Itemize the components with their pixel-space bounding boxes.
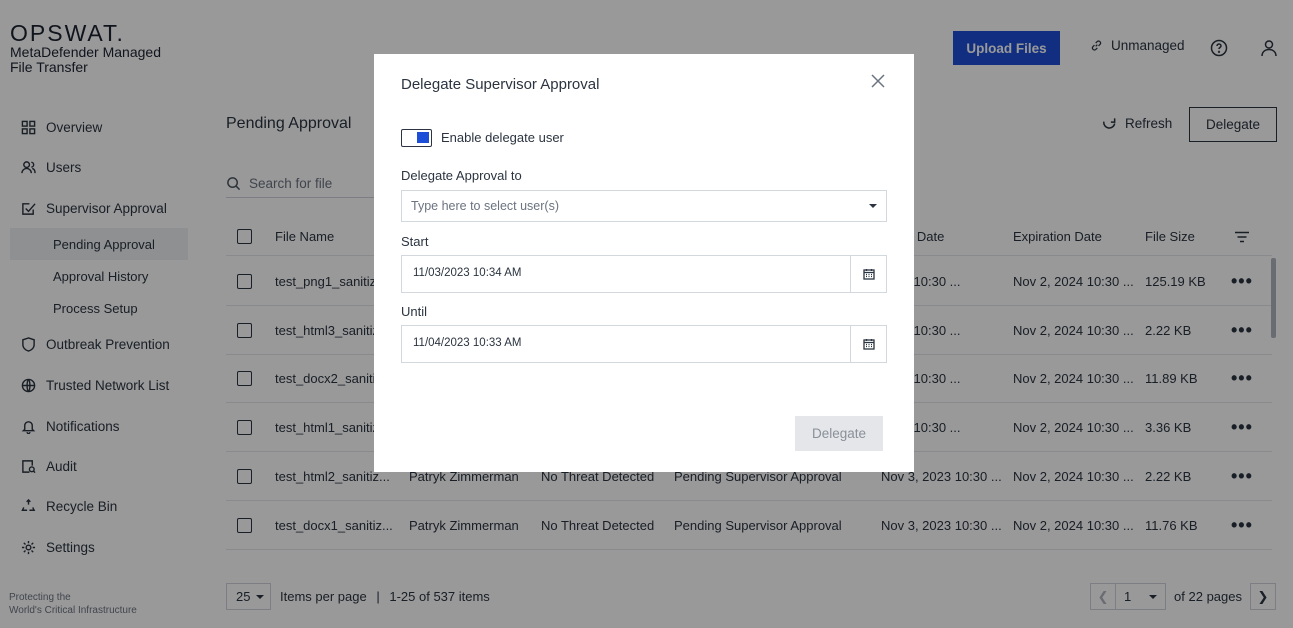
- delegate-user-select[interactable]: Type here to select user(s): [401, 190, 887, 222]
- delegate-user-placeholder: Type here to select user(s): [411, 199, 559, 213]
- delegate-approval-dialog: Delegate Supervisor Approval Enable dele…: [374, 54, 914, 472]
- until-date-field[interactable]: 11/04/2023 10:33 AM: [401, 325, 887, 363]
- start-date-field[interactable]: 11/03/2023 10:34 AM: [401, 255, 887, 293]
- calendar-icon[interactable]: [850, 326, 886, 362]
- dialog-title: Delegate Supervisor Approval: [401, 76, 600, 93]
- dialog-delegate-button[interactable]: Delegate: [795, 416, 883, 451]
- start-label: Start: [401, 234, 429, 249]
- enable-delegate-toggle[interactable]: [401, 129, 432, 147]
- close-icon[interactable]: [871, 74, 885, 88]
- until-date-value: 11/04/2023 10:33 AM: [413, 337, 522, 349]
- chevron-down-icon: [869, 204, 877, 208]
- delegate-to-label: Delegate Approval to: [401, 168, 522, 183]
- toggle-knob: [417, 132, 429, 143]
- calendar-icon[interactable]: [850, 256, 886, 292]
- start-date-value: 11/03/2023 10:34 AM: [413, 267, 522, 279]
- enable-delegate-label: Enable delegate user: [441, 130, 564, 145]
- until-label: Until: [401, 304, 428, 319]
